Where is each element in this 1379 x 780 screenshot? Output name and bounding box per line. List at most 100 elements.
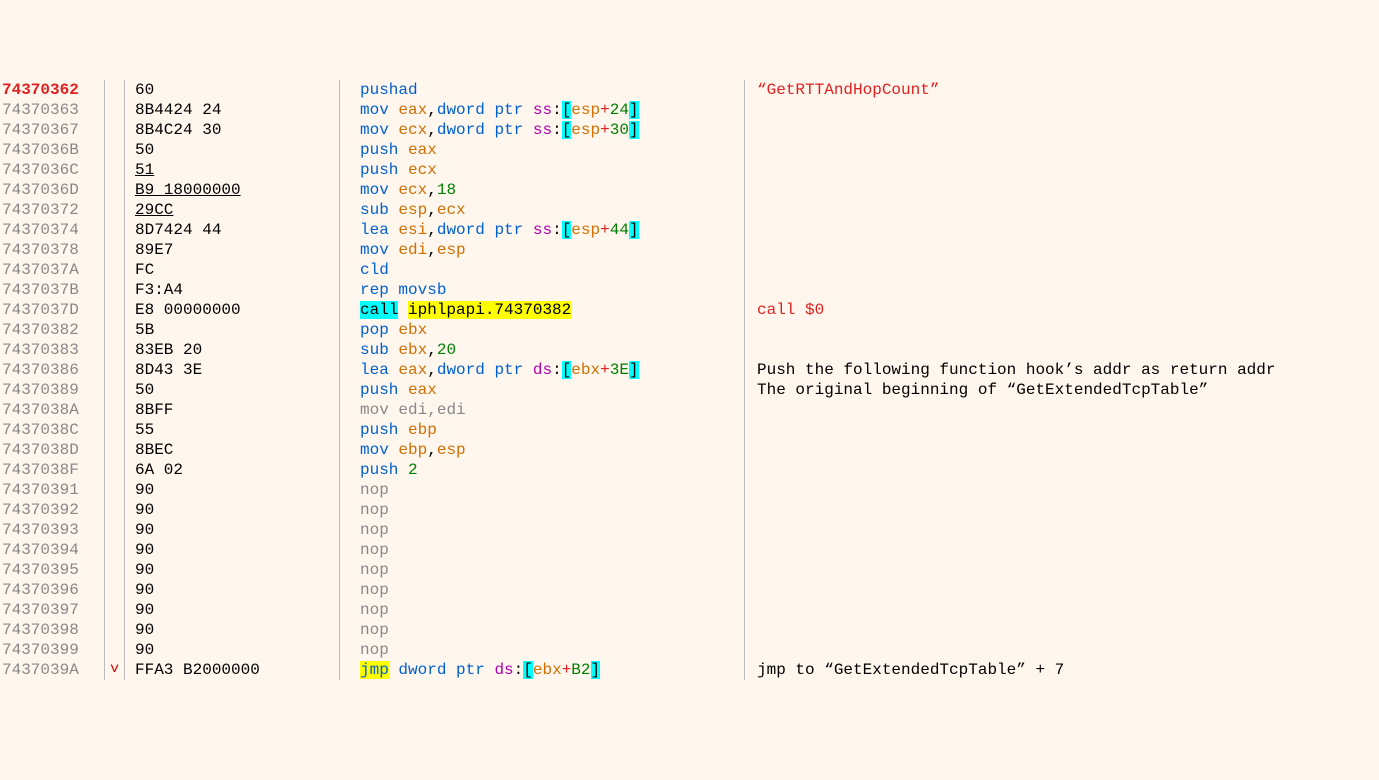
comment-cell[interactable] [745,560,1379,580]
comment-cell[interactable]: “GetRTTAndHopCount” [745,80,1379,100]
comment-cell[interactable] [745,220,1379,240]
address-cell: 7437037D [0,300,105,320]
disasm-row[interactable]: 7437039990nop [0,640,1379,660]
marker-cell [105,180,125,200]
disasm-row[interactable]: 743703638B4424 24mov eax,dword ptr ss:[e… [0,100,1379,120]
disasm-row[interactable]: 7437037DE8 00000000call iphlpapi.7437038… [0,300,1379,320]
disassembly-view[interactable]: 7437036260pushad“GetRTTAndHopCount”74370… [0,80,1379,680]
disasm-row[interactable]: 7437036C51push ecx [0,160,1379,180]
comment-cell[interactable] [745,640,1379,660]
disasm-row[interactable]: 7437039590nop [0,560,1379,580]
disasm-row[interactable]: 7437038950push eaxThe original beginning… [0,380,1379,400]
disasm-row[interactable]: 7437036DB9 18000000mov ecx,18 [0,180,1379,200]
comment-cell[interactable]: Push the following function hook’s addr … [745,360,1379,380]
disassembly-cell: call iphlpapi.74370382 [340,300,745,320]
disasm-row[interactable]: 743703748D7424 44lea esi,dword ptr ss:[e… [0,220,1379,240]
disasm-row[interactable]: 7437039490nop [0,540,1379,560]
disasm-row[interactable]: 7437039190nop [0,480,1379,500]
comment-cell[interactable] [745,580,1379,600]
comment-cell[interactable] [745,260,1379,280]
bytes-cell: 90 [125,560,340,580]
disasm-row[interactable]: 7437037BF3:A4rep movsb [0,280,1379,300]
bytes-cell: 50 [125,380,340,400]
marker-cell [105,80,125,100]
bytes-cell: 8BFF [125,400,340,420]
disasm-row[interactable]: 7437039A˅FFA3 B2000000jmp dword ptr ds:[… [0,660,1379,680]
address-cell: 7437038F [0,460,105,480]
address-cell: 7437037A [0,260,105,280]
address-cell: 74370389 [0,380,105,400]
bytes-cell: 8D43 3E [125,360,340,380]
disasm-row[interactable]: 7437037229CCsub esp,ecx [0,200,1379,220]
comment-cell[interactable] [745,200,1379,220]
bytes-cell: 90 [125,500,340,520]
comment-cell[interactable] [745,340,1379,360]
disasm-row[interactable]: 7437036B50push eax [0,140,1379,160]
marker-cell [105,300,125,320]
disasm-row[interactable]: 7437038383EB 20sub ebx,20 [0,340,1379,360]
comment-cell[interactable] [745,500,1379,520]
comment-cell[interactable] [745,420,1379,440]
comment-cell[interactable] [745,600,1379,620]
comment-cell[interactable]: The original beginning of “GetExtendedTc… [745,380,1379,400]
marker-cell [105,380,125,400]
disasm-row[interactable]: 7437038C55push ebp [0,420,1379,440]
marker-cell [105,400,125,420]
comment-cell[interactable] [745,520,1379,540]
comment-cell[interactable] [745,540,1379,560]
marker-cell [105,280,125,300]
comment-cell[interactable] [745,440,1379,460]
disasm-row[interactable]: 7437039290nop [0,500,1379,520]
comment-cell[interactable] [745,120,1379,140]
address-cell: 7437036D [0,180,105,200]
comment-cell[interactable] [745,620,1379,640]
disassembly-cell: jmp dword ptr ds:[ebx+B2] [340,660,745,680]
disassembly-cell: mov ecx,18 [340,180,745,200]
disassembly-cell: nop [340,520,745,540]
marker-cell [105,540,125,560]
disasm-row[interactable]: 7437038D8BECmov ebp,esp [0,440,1379,460]
marker-cell [105,500,125,520]
bytes-cell: 90 [125,640,340,660]
comment-cell[interactable] [745,180,1379,200]
disasm-row[interactable]: 7437039390nop [0,520,1379,540]
comment-cell[interactable] [745,400,1379,420]
address-cell: 74370386 [0,360,105,380]
disasm-row[interactable]: 7437039790nop [0,600,1379,620]
address-cell: 74370372 [0,200,105,220]
disasm-row[interactable]: 7437039890nop [0,620,1379,640]
comment-cell[interactable] [745,140,1379,160]
disasm-row[interactable]: 7437038F6A 02push 2 [0,460,1379,480]
comment-cell[interactable] [745,320,1379,340]
address-cell: 74370391 [0,480,105,500]
disassembly-cell: nop [340,540,745,560]
marker-cell [105,460,125,480]
comment-cell[interactable] [745,100,1379,120]
marker-cell [105,320,125,340]
disasm-row[interactable]: 7437036260pushad“GetRTTAndHopCount” [0,80,1379,100]
address-cell: 74370393 [0,520,105,540]
disasm-row[interactable]: 743703825Bpop ebx [0,320,1379,340]
comment-cell[interactable] [745,160,1379,180]
disasm-row[interactable]: 743703868D43 3Elea eax,dword ptr ds:[ebx… [0,360,1379,380]
disasm-row[interactable]: 7437037AFCcld [0,260,1379,280]
comment-cell[interactable] [745,460,1379,480]
marker-cell [105,260,125,280]
marker-cell [105,220,125,240]
comment-cell[interactable]: jmp to “GetExtendedTcpTable” + 7 [745,660,1379,680]
bytes-cell: 90 [125,480,340,500]
disasm-row[interactable]: 7437039690nop [0,580,1379,600]
comment-cell[interactable] [745,280,1379,300]
disassembly-cell: sub esp,ecx [340,200,745,220]
comment-cell[interactable] [745,480,1379,500]
bytes-cell: FFA3 B2000000 [125,660,340,680]
disassembly-cell: pop ebx [340,320,745,340]
comment-cell[interactable]: call $0 [745,300,1379,320]
marker-cell [105,440,125,460]
disasm-row[interactable]: 7437038A8BFFmov edi,edi [0,400,1379,420]
comment-cell[interactable] [745,240,1379,260]
disasm-row[interactable]: 7437037889E7mov edi,esp [0,240,1379,260]
disassembly-cell: nop [340,600,745,620]
disasm-row[interactable]: 743703678B4C24 30mov ecx,dword ptr ss:[e… [0,120,1379,140]
bytes-cell: FC [125,260,340,280]
